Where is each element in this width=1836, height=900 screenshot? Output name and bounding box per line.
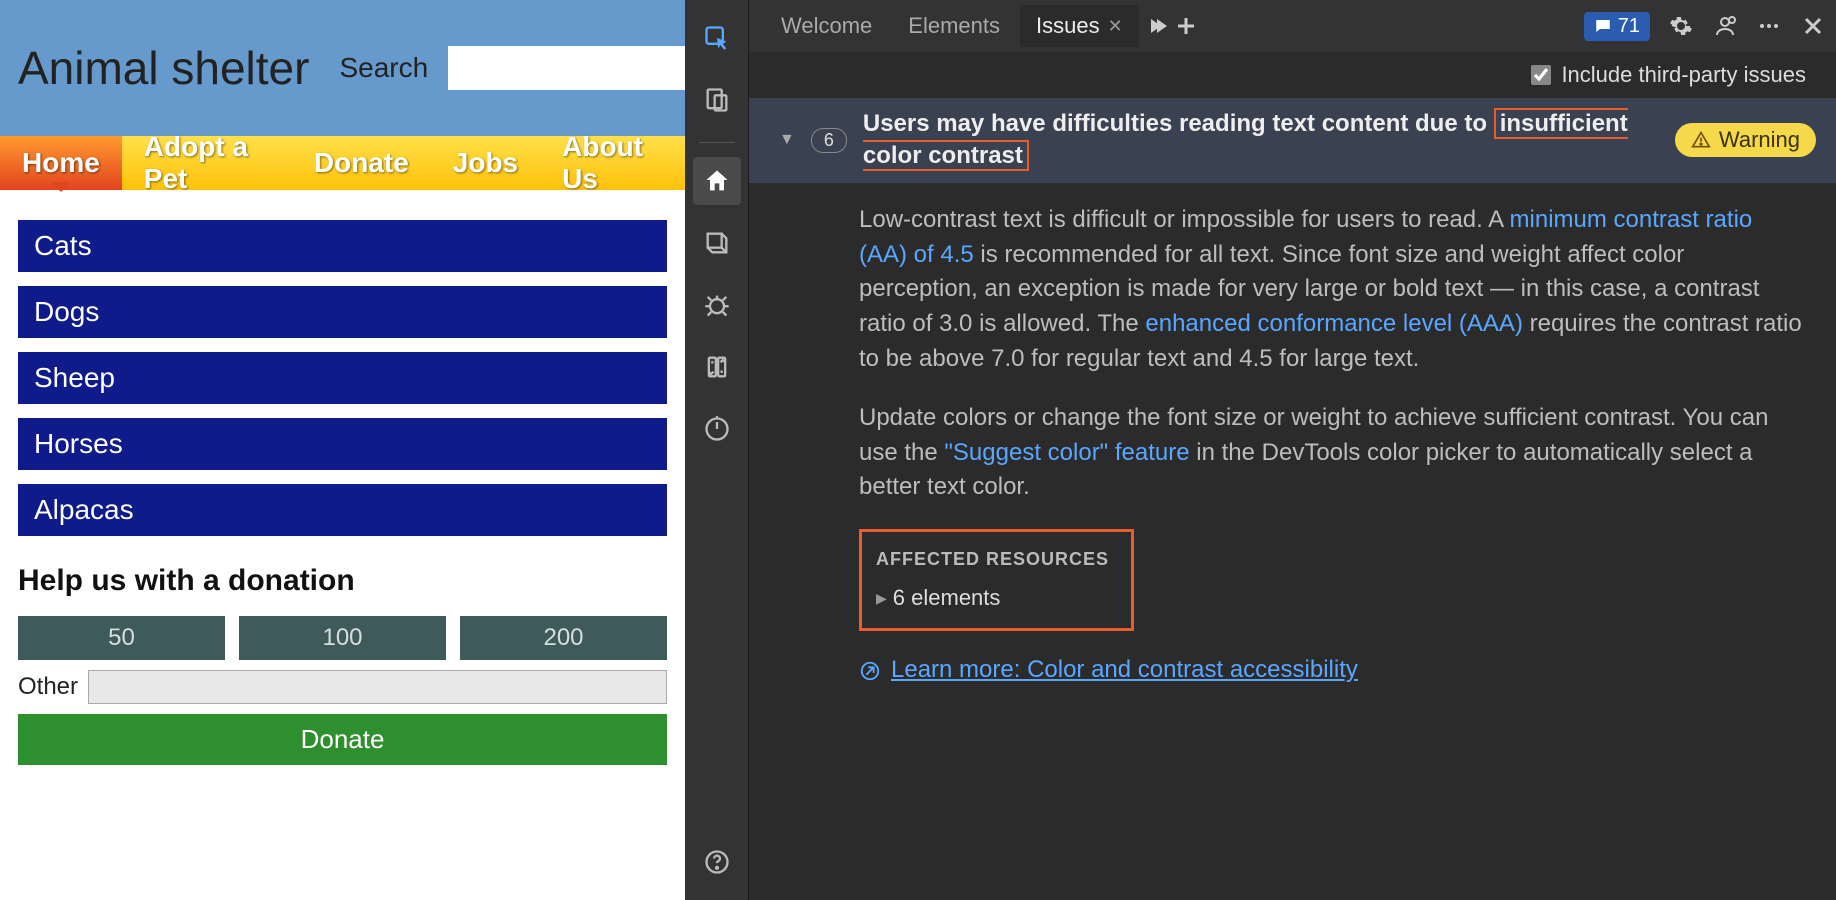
learn-more-link[interactable]: Learn more: Color and contrast accessibi… — [891, 653, 1358, 688]
search-label: Search — [339, 52, 428, 84]
include-third-party-text: Include third-party issues — [1561, 62, 1806, 88]
home-tool-icon[interactable] — [693, 157, 741, 205]
chevron-right-icon: ▶ — [876, 588, 887, 608]
close-devtools-icon[interactable] — [1800, 13, 1826, 39]
include-third-party-checkbox[interactable] — [1531, 65, 1551, 85]
device-emulation-icon[interactable] — [693, 76, 741, 124]
affected-elements-count: 6 elements — [893, 582, 1001, 614]
help-icon[interactable] — [693, 838, 741, 886]
bug-icon[interactable] — [693, 281, 741, 329]
feedback-icon[interactable] — [1712, 13, 1738, 39]
more-tabs-icon[interactable] — [1143, 13, 1169, 39]
nav-about[interactable]: About Us — [540, 136, 685, 190]
tabbar-right: 71 — [1584, 12, 1826, 41]
nav-jobs[interactable]: Jobs — [431, 136, 540, 190]
content-area: Cats Dogs Sheep Horses Alpacas Help us w… — [0, 190, 685, 765]
issue-count-pill: 6 — [811, 128, 847, 153]
chevron-down-icon[interactable]: ▼ — [779, 131, 795, 149]
inspect-element-icon[interactable] — [693, 14, 741, 62]
donation-100[interactable]: 100 — [239, 616, 446, 660]
issue-title-pre: Users may have difficulties reading text… — [863, 110, 1494, 137]
issue-title: Users may have difficulties reading text… — [863, 108, 1659, 173]
site-title: Animal shelter — [18, 43, 309, 94]
activity-bar-separator — [699, 142, 735, 143]
3d-view-icon[interactable] — [693, 219, 741, 267]
affected-elements-row[interactable]: ▶ 6 elements — [876, 582, 1109, 614]
tab-issues-label: Issues — [1036, 13, 1100, 39]
website-pane: Animal shelter Search go Home Adopt a Pe… — [0, 0, 685, 900]
warning-badge: Warning — [1675, 123, 1816, 157]
donation-amount-row: 50 100 200 — [18, 616, 667, 660]
learn-more-row: Learn more: Color and contrast accessibi… — [859, 653, 1802, 688]
main-nav: Home Adopt a Pet Donate Jobs About Us — [0, 136, 685, 190]
nav-adopt[interactable]: Adopt a Pet — [122, 136, 292, 190]
donation-other-row: Other — [18, 670, 667, 704]
close-icon[interactable]: ✕ — [1108, 16, 1123, 37]
more-icon[interactable] — [1756, 13, 1782, 39]
other-amount-input[interactable] — [88, 670, 667, 704]
warning-label: Warning — [1719, 127, 1800, 153]
donate-button[interactable]: Donate — [18, 714, 667, 765]
category-dogs[interactable]: Dogs — [18, 286, 667, 338]
donation-heading: Help us with a donation — [18, 564, 667, 598]
include-third-party-label[interactable]: Include third-party issues — [1531, 62, 1806, 88]
gear-icon[interactable] — [1668, 13, 1694, 39]
link-suggest-color[interactable]: "Suggest color" feature — [944, 439, 1189, 466]
link-aaa-level[interactable]: enhanced conformance level (AAA) — [1145, 310, 1523, 337]
devtools-tabbar: Welcome Elements Issues ✕ 71 — [749, 0, 1836, 52]
issue-body: Low-contrast text is difficult or imposs… — [749, 183, 1836, 708]
issue-paragraph-2: Update colors or change the font size or… — [859, 401, 1802, 505]
tab-elements[interactable]: Elements — [892, 5, 1016, 47]
affected-resources-box: AFFECTED RESOURCES ▶ 6 elements — [859, 529, 1134, 631]
nav-donate[interactable]: Donate — [292, 136, 431, 190]
donation-200[interactable]: 200 — [460, 616, 667, 660]
performance-icon[interactable] — [693, 405, 741, 453]
site-header: Animal shelter Search go — [0, 0, 685, 136]
devtools-main: Welcome Elements Issues ✕ 71 — [749, 0, 1836, 900]
network-conditions-icon[interactable] — [693, 343, 741, 391]
category-alpacas[interactable]: Alpacas — [18, 484, 667, 536]
category-cats[interactable]: Cats — [18, 220, 667, 272]
add-tab-icon[interactable] — [1173, 13, 1199, 39]
issues-counter[interactable]: 71 — [1584, 12, 1650, 41]
tab-welcome[interactable]: Welcome — [765, 5, 888, 47]
donation-50[interactable]: 50 — [18, 616, 225, 660]
issue-header[interactable]: ▼ 6 Users may have difficulties reading … — [749, 98, 1836, 183]
category-horses[interactable]: Horses — [18, 418, 667, 470]
search-input[interactable] — [448, 46, 685, 90]
warning-icon — [1691, 130, 1711, 150]
message-icon — [1594, 17, 1612, 35]
issues-count: 71 — [1618, 15, 1640, 38]
devtools-pane: Welcome Elements Issues ✕ 71 — [685, 0, 1836, 900]
affected-resources-label: AFFECTED RESOURCES — [876, 546, 1109, 572]
tab-issues[interactable]: Issues ✕ — [1020, 5, 1139, 47]
issues-toolbar: Include third-party issues — [749, 52, 1836, 98]
issue-paragraph-1: Low-contrast text is difficult or imposs… — [859, 203, 1802, 377]
activity-bar — [685, 0, 749, 900]
category-sheep[interactable]: Sheep — [18, 352, 667, 404]
external-link-icon — [859, 660, 881, 682]
nav-home[interactable]: Home — [0, 136, 122, 190]
other-label: Other — [18, 673, 78, 701]
